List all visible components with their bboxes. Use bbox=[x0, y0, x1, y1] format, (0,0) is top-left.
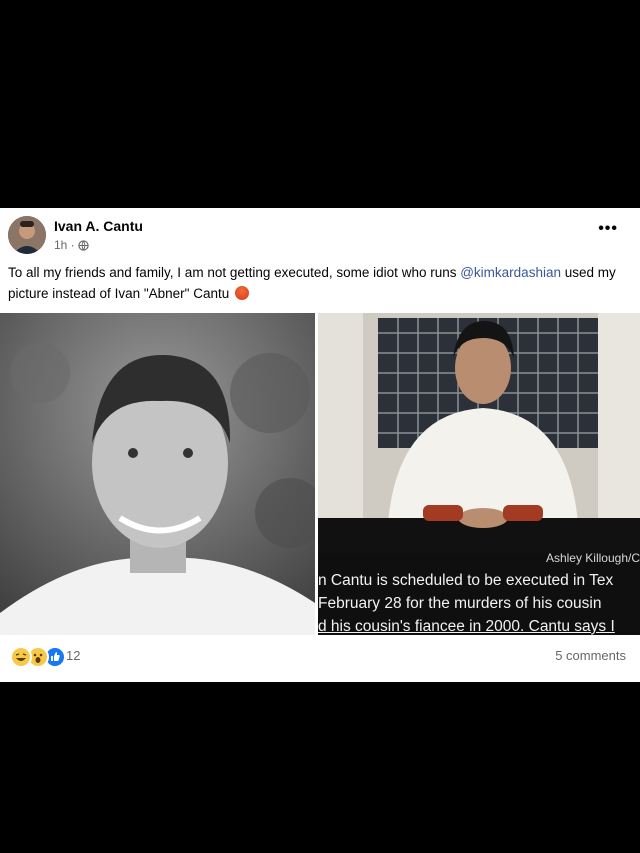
mention-link[interactable]: @kimkardashian bbox=[460, 265, 561, 280]
caption-line: d his cousin's fiancee in 2000. Cantu sa… bbox=[318, 618, 615, 635]
angry-face-emoji-icon bbox=[234, 286, 249, 300]
post-header: Ivan A. Cantu 1h · ••• bbox=[0, 208, 640, 268]
facebook-post: Ivan A. Cantu 1h · ••• To all my friends… bbox=[0, 208, 640, 682]
caption-line: n Cantu is scheduled to be executed in T… bbox=[318, 572, 614, 589]
more-options-icon[interactable]: ••• bbox=[598, 220, 618, 238]
photo-grid: Ashley Killough/C n Cantu is scheduled t… bbox=[0, 313, 640, 635]
post-meta: 1h · bbox=[54, 238, 89, 252]
post-footer: 12 5 comments bbox=[0, 638, 640, 674]
caption-line: February 28 for the murders of his cousi… bbox=[318, 595, 602, 612]
reaction-count[interactable]: 12 bbox=[66, 648, 80, 663]
author-name[interactable]: Ivan A. Cantu bbox=[54, 218, 143, 234]
haha-icon bbox=[10, 646, 32, 668]
reaction-icons[interactable] bbox=[10, 646, 66, 668]
post-text-part-1: To all my friends and family, I am not g… bbox=[8, 265, 461, 280]
post-text: To all my friends and family, I am not g… bbox=[8, 262, 628, 304]
post-time[interactable]: 1h · bbox=[54, 238, 75, 252]
photo-news-screenshot[interactable]: Ashley Killough/C n Cantu is scheduled t… bbox=[318, 313, 640, 635]
photo-portrait[interactable] bbox=[0, 313, 315, 635]
photo-credit: Ashley Killough/C bbox=[545, 551, 640, 565]
avatar[interactable] bbox=[8, 216, 46, 254]
globe-icon bbox=[78, 239, 89, 251]
comments-link[interactable]: 5 comments bbox=[555, 648, 626, 663]
news-caption: n Cantu is scheduled to be executed in T… bbox=[318, 569, 640, 635]
